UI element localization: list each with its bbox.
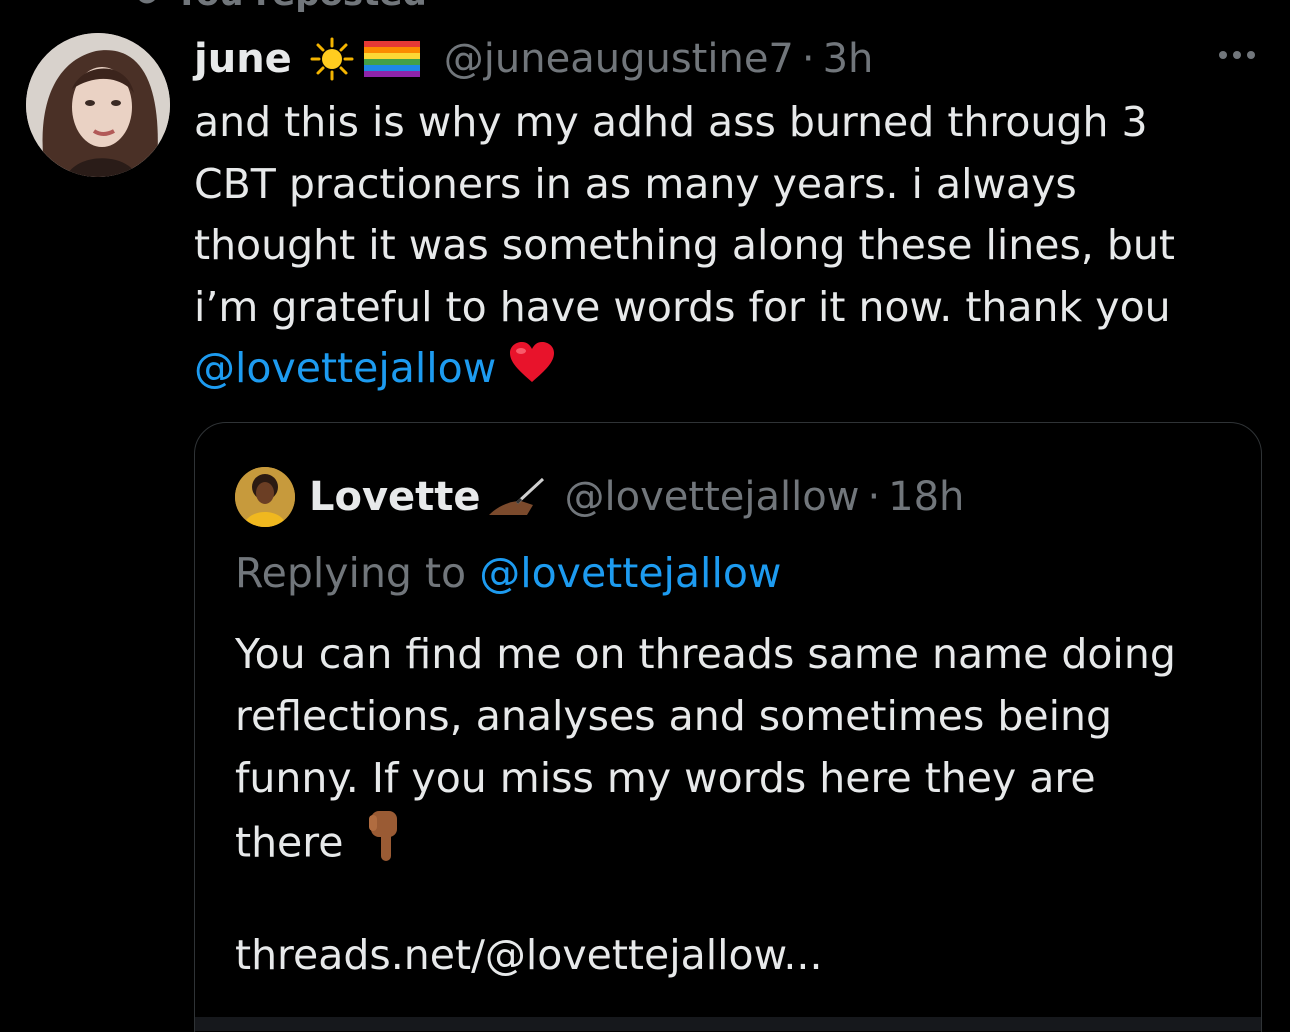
author-name[interactable]: june (194, 36, 292, 82)
quoted-tweet-header: Lovette @lovettejallow · 18h (235, 467, 964, 527)
threads-link[interactable]: threads.net/@lovettejallow... (235, 931, 822, 979)
author-avatar[interactable] (26, 33, 170, 177)
writing-hand-icon (487, 475, 545, 519)
quoted-avatar-image (235, 467, 295, 527)
quoted-line: reflections, analyses and sometimes bein… (235, 692, 1113, 740)
quoted-line: You can find me on threads same name doi… (235, 630, 1176, 678)
author-handle[interactable]: @juneaugustine7 (444, 36, 794, 82)
replying-to-line: Replying to @lovettejallow (235, 549, 781, 597)
quoted-tweet-body: You can find me on threads same name doi… (235, 623, 1235, 882)
mention-link[interactable]: @lovettejallow (194, 344, 496, 392)
tweet-line-mention: @lovettejallow (194, 338, 1234, 402)
quoted-author-name: Lovette (309, 474, 481, 520)
tweet-timestamp[interactable]: 3h (823, 36, 874, 82)
separator-dot: · (801, 36, 815, 82)
more-dots-icon (1219, 51, 1227, 59)
tweet-line: CBT practioners in as many years. i alwa… (194, 159, 1077, 208)
sun-emoji-icon (310, 37, 354, 81)
red-heart-icon (508, 340, 556, 402)
tweet-header: june @juneaugustine7 · 3h (194, 34, 873, 84)
tweet-line: i’m grateful to have words for it now. t… (194, 282, 1171, 331)
repost-icon: ⟲ (130, 0, 159, 14)
tweet-body: and this is why my adhd ass burned throu… (194, 92, 1234, 402)
tweet-line: thought it was something along these lin… (194, 221, 1175, 269)
replying-to-label: Replying to (235, 549, 467, 597)
quoted-line: funny. If you miss my words here they ar… (235, 754, 1096, 802)
more-options-button[interactable] (1212, 40, 1262, 70)
quoted-author-handle: @lovettejallow (564, 474, 860, 520)
link-preview-edge (195, 1017, 1261, 1031)
repost-label: You reposted (175, 0, 427, 14)
pointing-down-icon (367, 809, 403, 882)
quoted-line: there (235, 818, 344, 867)
separator-dot: · (867, 474, 881, 520)
repost-indicator: ⟲ You reposted (130, 0, 427, 14)
rainbow-flag-emoji-icon (363, 39, 422, 79)
avatar-portrait-image (26, 33, 170, 177)
quoted-line-last: there (235, 809, 1235, 882)
quoted-tweet-card[interactable]: Lovette @lovettejallow · 18h Replying to… (194, 422, 1262, 1032)
replying-to-mention[interactable]: @lovettejallow (479, 549, 781, 597)
tweet-line: and this is why my adhd ass burned throu… (194, 98, 1148, 146)
quoted-author-avatar (235, 467, 295, 527)
quoted-timestamp: 18h (888, 474, 965, 520)
